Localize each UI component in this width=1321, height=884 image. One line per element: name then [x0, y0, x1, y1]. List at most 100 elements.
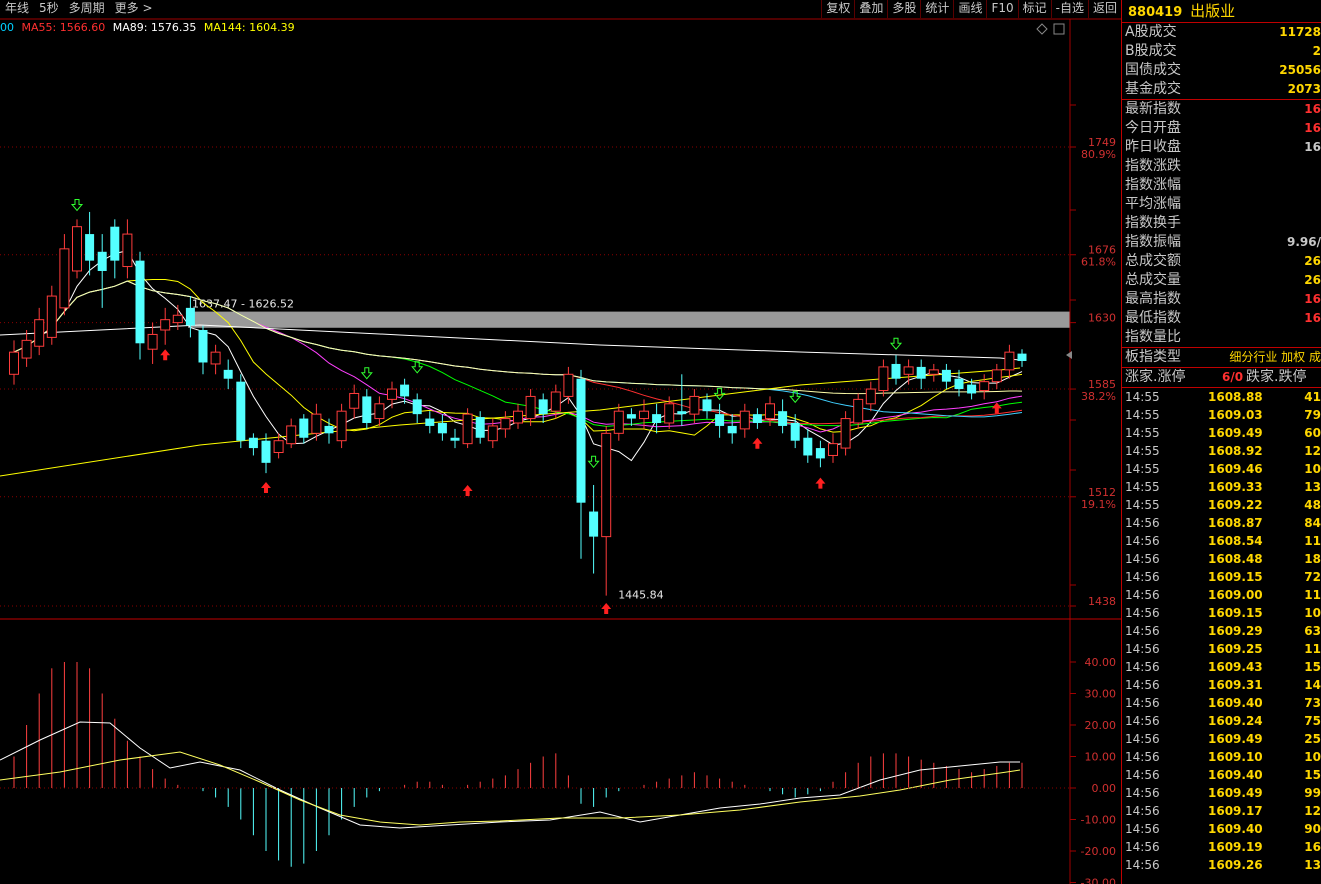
candle-body — [828, 443, 838, 456]
buy-signal-arrow-icon — [261, 482, 271, 494]
candle-body — [273, 440, 284, 454]
tick-row: 14:56 1609.49 25 — [1122, 730, 1321, 748]
tick-price: 1609.03 — [1208, 408, 1263, 422]
tick-volume: 90 — [1304, 822, 1321, 836]
stats-button[interactable]: 统计 — [920, 0, 953, 18]
candle-body — [563, 373, 574, 397]
tick-price: 1609.40 — [1208, 822, 1263, 836]
multi-stock-button[interactable]: 多股 — [887, 0, 920, 18]
period-year-button[interactable]: 年线 — [0, 0, 34, 18]
candle-body — [739, 410, 750, 430]
tick-volume: 10 — [1304, 462, 1321, 476]
candle-body — [702, 399, 712, 412]
index-stat-row: 指数涨幅 — [1122, 176, 1321, 195]
tick-time: 14:56 — [1125, 750, 1160, 764]
tick-time: 14:56 — [1125, 840, 1160, 854]
tick-volume: 99 — [1304, 786, 1321, 800]
index-name: 出版业 — [1190, 2, 1236, 20]
tick-time: 14:56 — [1125, 534, 1160, 548]
tick-row: 14:55 1608.92 12 — [1122, 442, 1321, 460]
candle-body — [865, 388, 876, 405]
sell-signal-arrow-icon — [713, 387, 726, 401]
candle-body — [576, 378, 586, 503]
index-stat-label: 指数振幅 — [1125, 234, 1181, 250]
candle-body — [34, 319, 45, 347]
volume-value: 2 — [1312, 44, 1321, 58]
overlay-button[interactable]: 叠加 — [854, 0, 887, 18]
tick-volume: 73 — [1304, 696, 1321, 710]
macd-tick-label: 20.00 — [1085, 719, 1117, 732]
multi-period-button[interactable]: 多周期 — [64, 0, 110, 18]
tick-volume: 10 — [1304, 606, 1321, 620]
tick-row: 14:56 1609.00 11 — [1122, 586, 1321, 604]
index-stat-label: 昨日收盘 — [1125, 139, 1181, 155]
index-stat-value: 16 — [1304, 121, 1321, 135]
candle-body — [928, 369, 939, 375]
tick-price: 1609.22 — [1208, 498, 1263, 512]
volume-section: A股成交 11728 B股成交 2 国债成交 25056 基金成交 2073 — [1122, 23, 1321, 100]
tick-row: 14:56 1609.17 12 — [1122, 802, 1321, 820]
tick-row: 14:56 1609.31 14 — [1122, 676, 1321, 694]
period-5sec-button[interactable]: 5秒 — [34, 0, 64, 18]
mark-button[interactable]: 标记 — [1017, 0, 1051, 18]
tick-price: 1609.19 — [1208, 840, 1263, 854]
candle-body — [147, 333, 158, 350]
tick-time: 14:55 — [1125, 462, 1160, 476]
candle-body — [135, 260, 145, 344]
index-stat-row: 指数量比 — [1122, 328, 1321, 347]
remove-watchlist-button[interactable]: -自选 — [1050, 0, 1088, 18]
tick-time: 14:56 — [1125, 804, 1160, 818]
tick-volume: 13 — [1304, 480, 1321, 494]
adjust-button[interactable]: 复权 — [821, 0, 854, 18]
index-stat-value: 16 — [1304, 102, 1321, 116]
tick-price: 1608.88 — [1208, 390, 1263, 404]
candle-body — [979, 381, 990, 392]
index-stat-value: 16 — [1304, 140, 1321, 154]
tick-price: 1609.17 — [1208, 804, 1263, 818]
index-stat-row: 指数涨跌 — [1122, 157, 1321, 176]
limit-row: 涨家.涨停 6/0 跌家.跌停 — [1122, 368, 1321, 387]
price-range-label: 1637.47 - 1626.52 — [192, 298, 294, 311]
tick-time: 14:56 — [1125, 732, 1160, 746]
macd-tick-label: -20.00 — [1081, 845, 1116, 858]
volume-label: A股成交 — [1125, 24, 1177, 40]
tick-time: 14:55 — [1125, 390, 1160, 404]
candle-body — [589, 511, 599, 537]
candle-body — [613, 410, 624, 434]
back-button[interactable]: 返回 — [1087, 0, 1121, 18]
macd-tick-label: -10.00 — [1081, 814, 1116, 827]
zoom-icon[interactable] — [1053, 23, 1065, 35]
tick-price: 1609.33 — [1208, 480, 1263, 494]
kline-chart[interactable]: 1637.47 - 1626.52 1445.84 174980.9%16766… — [0, 18, 1121, 884]
candle-body — [72, 226, 82, 272]
tick-row: 14:56 1609.49 99 — [1122, 784, 1321, 802]
more-button[interactable]: 更多 > — [110, 0, 158, 18]
diamond-icon[interactable] — [1036, 23, 1048, 35]
candle-body — [991, 369, 1002, 383]
candle-body — [677, 411, 687, 415]
macd-tick-label: 40.00 — [1085, 656, 1117, 669]
candle-body — [752, 414, 762, 423]
f10-button[interactable]: F10 — [986, 0, 1017, 18]
tick-volume: 12 — [1304, 444, 1321, 458]
index-type-row: 板指类型 细分行业 加权 成 — [1122, 348, 1321, 367]
candle-body — [160, 319, 171, 331]
candle-body — [450, 437, 460, 441]
index-stat-row: 总成交量 26 — [1122, 271, 1321, 290]
tick-list[interactable]: 14:55 1608.88 41 14:55 1609.03 79 14:55 1609.49… — [1122, 388, 1321, 874]
tick-volume: 72 — [1304, 570, 1321, 584]
tick-row: 14:56 1609.15 10 — [1122, 604, 1321, 622]
candle-body — [46, 295, 57, 338]
tick-price: 1609.31 — [1208, 678, 1263, 692]
macd-tick-label: 30.00 — [1085, 688, 1117, 701]
sell-signal-arrow-icon — [587, 455, 600, 469]
tick-time: 14:55 — [1125, 498, 1160, 512]
candle-body — [185, 307, 195, 326]
candle-body — [21, 339, 32, 359]
index-stat-value: 9.96/ — [1287, 235, 1321, 249]
draw-line-button[interactable]: 画线 — [953, 0, 986, 18]
candle-body — [374, 403, 385, 420]
volume-row: B股成交 2 — [1122, 42, 1321, 61]
candle-body — [286, 425, 297, 445]
tick-price: 1609.40 — [1208, 768, 1263, 782]
